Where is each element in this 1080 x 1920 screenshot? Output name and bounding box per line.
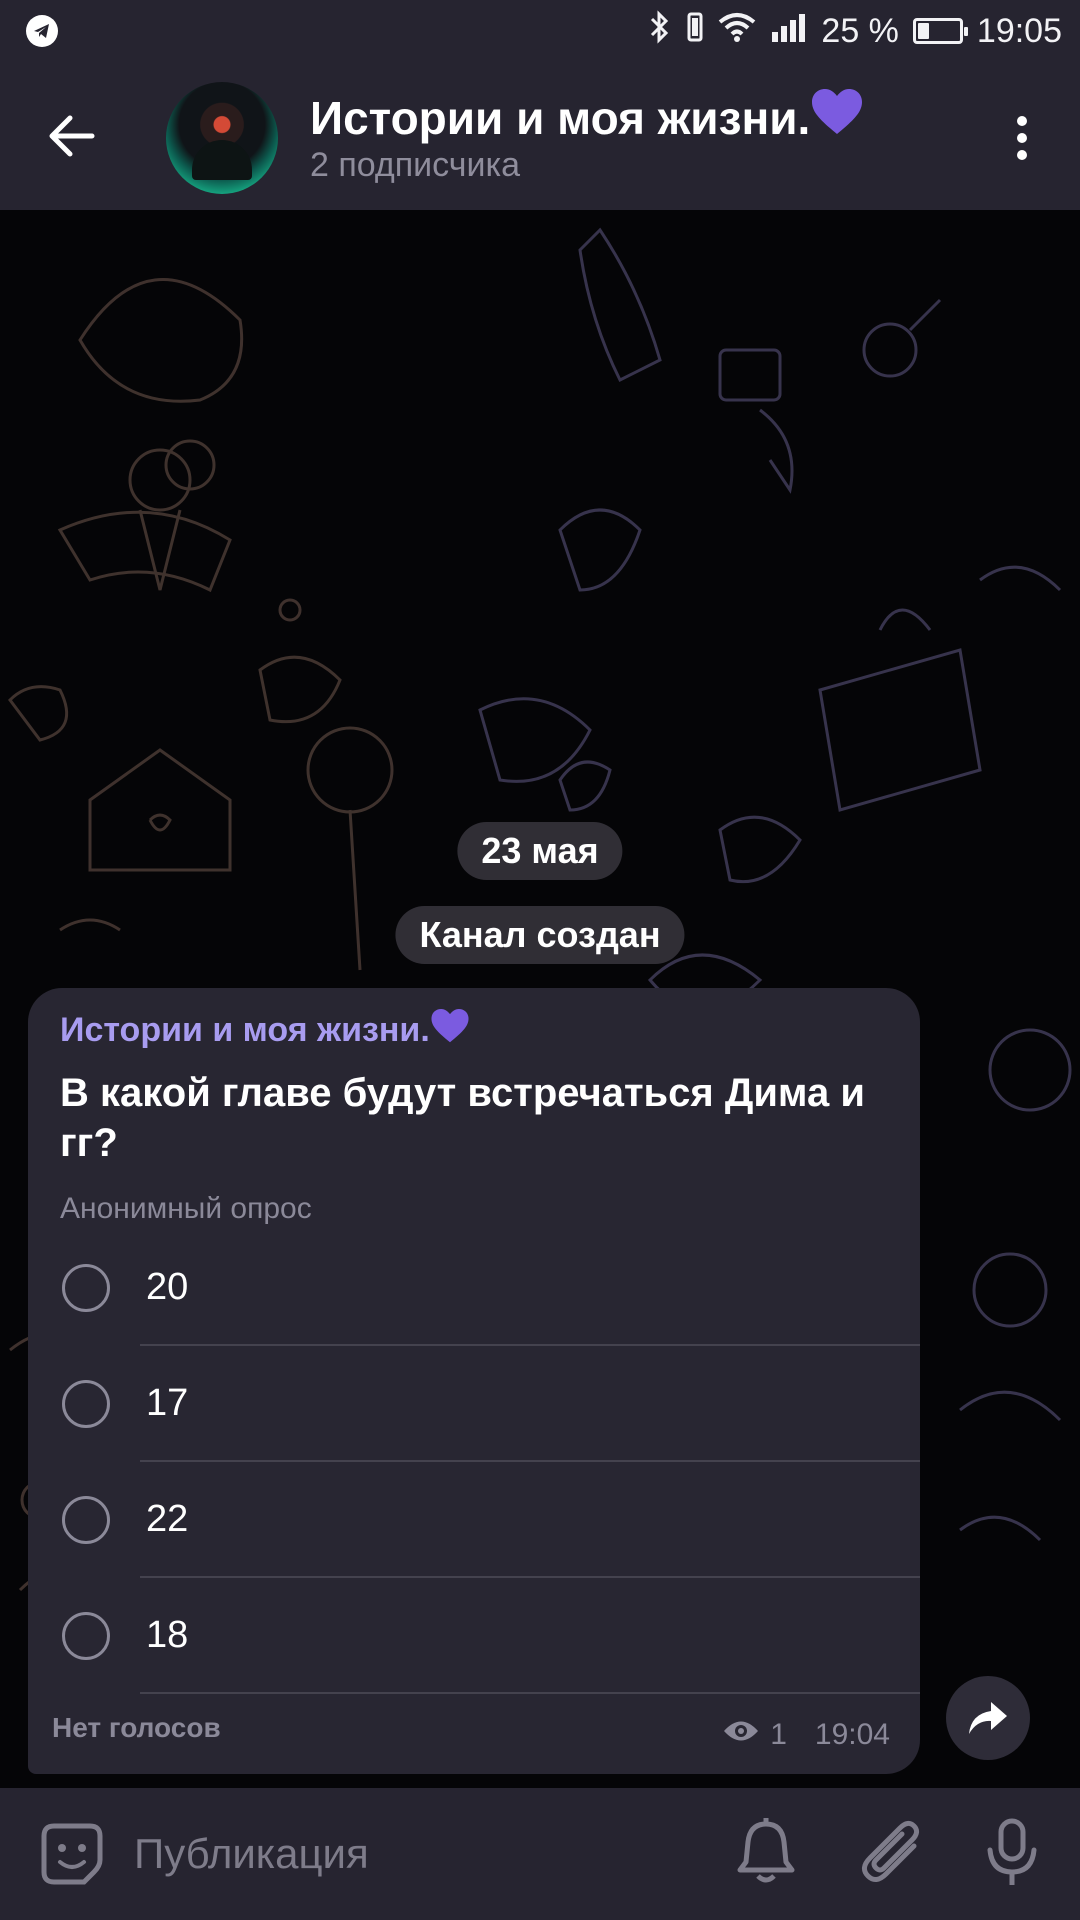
poll-option-label: 17 bbox=[146, 1382, 189, 1424]
more-vert-icon[interactable] bbox=[1004, 110, 1040, 166]
poll-option[interactable]: 22 bbox=[28, 1462, 920, 1578]
service-message: Канал создан bbox=[395, 906, 685, 964]
signal-icon bbox=[771, 12, 807, 51]
battery-percent: 25 % bbox=[821, 11, 899, 50]
divider bbox=[140, 1692, 920, 1694]
view-count: 1 bbox=[770, 1718, 787, 1751]
paperclip-icon[interactable] bbox=[860, 1818, 924, 1886]
poll-option[interactable]: 18 bbox=[28, 1578, 920, 1694]
composer-bar: Публикация bbox=[0, 1788, 1080, 1920]
poll-option-label: 22 bbox=[146, 1498, 189, 1540]
chat-header: Истории и моя жизни. 2 подписчика bbox=[0, 62, 1080, 210]
share-icon bbox=[969, 1702, 1007, 1734]
poll-type: Анонимный опрос bbox=[60, 1192, 312, 1225]
telegram-icon bbox=[26, 15, 58, 47]
battery-icon bbox=[912, 18, 968, 44]
share-button[interactable] bbox=[946, 1676, 1030, 1760]
message-meta: 1 19:04 bbox=[722, 1718, 890, 1752]
status-bar: 25 % 19:05 bbox=[0, 0, 1080, 62]
message-author[interactable]: Истории и моя жизни. bbox=[60, 1008, 470, 1053]
vote-count: Нет голосов bbox=[52, 1712, 221, 1743]
chat-area[interactable]: 23 мая Канал создан Истории и моя жизни.… bbox=[0, 210, 1080, 1788]
purple-heart-icon bbox=[430, 1008, 470, 1053]
channel-avatar[interactable] bbox=[166, 82, 278, 194]
channel-title-text: Истории и моя жизни. bbox=[310, 91, 811, 144]
date-separator: 23 мая bbox=[457, 822, 623, 880]
radio-button[interactable] bbox=[62, 1380, 110, 1428]
sticker-icon[interactable] bbox=[40, 1822, 104, 1886]
poll-option-label: 18 bbox=[146, 1614, 189, 1656]
poll-option-label: 20 bbox=[146, 1266, 189, 1308]
poll-message[interactable]: Истории и моя жизни. В какой главе будут… bbox=[28, 988, 920, 1774]
message-input[interactable]: Публикация bbox=[134, 1830, 369, 1878]
back-button[interactable] bbox=[40, 108, 104, 164]
eye-icon bbox=[722, 1718, 760, 1752]
radio-button[interactable] bbox=[62, 1264, 110, 1312]
bell-icon[interactable] bbox=[736, 1818, 796, 1886]
poll-option[interactable]: 17 bbox=[28, 1346, 920, 1462]
clock: 19:05 bbox=[976, 11, 1062, 50]
poll-option[interactable]: 20 bbox=[28, 1230, 920, 1346]
message-time: 19:04 bbox=[814, 1718, 890, 1751]
wifi-icon bbox=[717, 12, 757, 51]
purple-heart-icon bbox=[810, 88, 864, 147]
mic-icon[interactable] bbox=[984, 1818, 1040, 1888]
radio-button[interactable] bbox=[62, 1496, 110, 1544]
message-author-text: Истории и моя жизни. bbox=[60, 1011, 430, 1049]
radio-button[interactable] bbox=[62, 1612, 110, 1660]
back-arrow-icon bbox=[49, 115, 95, 157]
bluetooth-icon bbox=[647, 9, 673, 53]
subscriber-count: 2 подписчика bbox=[310, 146, 521, 184]
poll-question: В какой главе будут встречаться Дима и г… bbox=[60, 1071, 865, 1165]
vibrate-icon bbox=[687, 12, 703, 51]
channel-title[interactable]: Истории и моя жизни. bbox=[310, 88, 864, 147]
